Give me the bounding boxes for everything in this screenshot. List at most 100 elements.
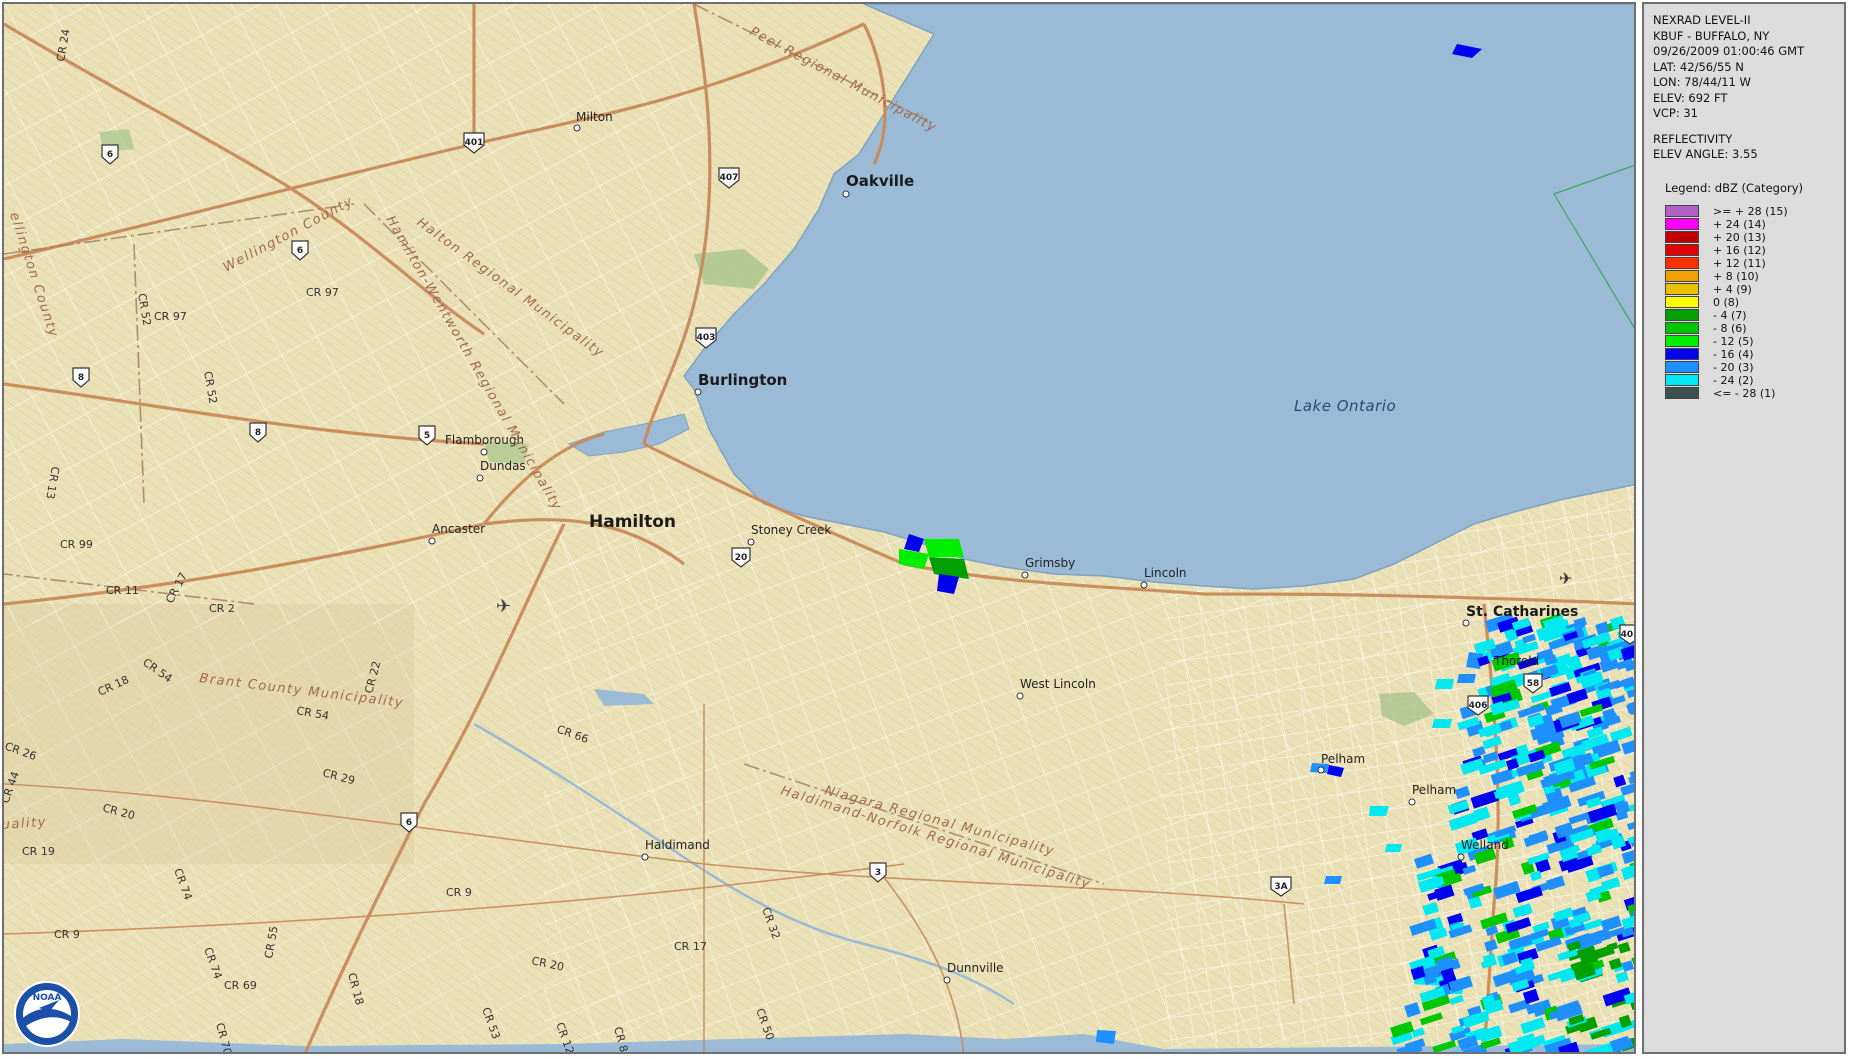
legend-label: - 16 (4) xyxy=(1713,347,1754,361)
city-stoney-creek: Stoney Creek xyxy=(751,523,831,537)
radar-info-panel: NEXRAD LEVEL-II KBUF - BUFFALO, NY 09/26/2… xyxy=(1642,2,1846,1054)
city-thorold: Thorold xyxy=(1493,654,1539,668)
legend-label: <= - 28 (1) xyxy=(1713,386,1776,400)
city-dundas: Dundas xyxy=(480,459,526,473)
legend-item: 0 (8) xyxy=(1665,296,1835,309)
legend-label: + 4 (9) xyxy=(1713,282,1752,296)
svg-text:403: 403 xyxy=(697,333,716,343)
cr-label: CR 99 xyxy=(60,538,93,551)
info-line: NEXRAD LEVEL-II xyxy=(1653,13,1751,27)
legend-item: <= - 28 (1) xyxy=(1665,387,1835,400)
radar-echo-cell xyxy=(1633,745,1634,757)
info-line: KBUF - BUFFALO, NY xyxy=(1653,28,1770,43)
city-oakville: Oakville xyxy=(846,172,914,190)
lake-label: Lake Ontario xyxy=(1294,397,1396,415)
legend-label: - 4 (7) xyxy=(1713,308,1747,322)
radar-echo-cell xyxy=(1635,972,1636,984)
radar-echo-cell xyxy=(1636,620,1637,636)
radar-map[interactable]: ✈ ✈ Lake Ontario Milton Oakville Burling… xyxy=(2,2,1636,1054)
legend-item: + 8 (10) xyxy=(1665,270,1835,283)
noaa-logo: NOAA xyxy=(14,981,80,1047)
legend-label: - 8 (6) xyxy=(1713,321,1747,335)
svg-text:20: 20 xyxy=(735,553,748,563)
legend-label: + 20 (13) xyxy=(1713,230,1766,244)
legend-item: - 24 (2) xyxy=(1665,374,1835,387)
cr-label: CR 9 xyxy=(54,928,80,941)
cr-label: CR 17 xyxy=(674,940,707,953)
legend-swatch xyxy=(1665,257,1699,269)
radar-echo-cell xyxy=(1635,729,1636,748)
map-canvas: ✈ ✈ Lake Ontario Milton Oakville Burling… xyxy=(4,4,1637,1052)
svg-text:5: 5 xyxy=(424,431,430,441)
city-lincoln: Lincoln xyxy=(1144,566,1187,580)
legend-swatch xyxy=(1665,244,1699,256)
cr-label: CR 11 xyxy=(106,584,139,597)
legend-item: + 24 (14) xyxy=(1665,218,1835,231)
legend-title: Legend: dBZ (Category) xyxy=(1665,180,1803,195)
airport-icon: ✈ xyxy=(1559,569,1572,588)
legend-label: + 16 (12) xyxy=(1713,243,1766,257)
legend-label: - 20 (3) xyxy=(1713,360,1754,374)
legend-label: + 12 (11) xyxy=(1713,256,1766,270)
svg-text:NOAA: NOAA xyxy=(33,993,62,1003)
info-line: LON: 78/44/11 W xyxy=(1653,75,1751,89)
city-dunnville: Dunnville xyxy=(947,961,1004,975)
cr-label: CR 9 xyxy=(446,886,472,899)
info-line: ELEV: 692 FT xyxy=(1653,90,1728,105)
legend-label: >= + 28 (15) xyxy=(1713,204,1788,218)
city-hamilton: Hamilton xyxy=(589,512,676,532)
cr-label: CR 69 xyxy=(224,979,257,992)
legend-item: - 16 (4) xyxy=(1665,348,1835,361)
info-line: LAT: 42/56/55 N xyxy=(1653,59,1744,74)
city-pelham-north: Pelham xyxy=(1321,752,1365,766)
legend-item: >= + 28 (15) xyxy=(1665,205,1835,218)
city-grimsby: Grimsby xyxy=(1025,556,1075,570)
city-west-lincoln: West Lincoln xyxy=(1020,677,1096,691)
legend-swatch xyxy=(1665,348,1699,360)
cr-label: CR 19 xyxy=(22,845,55,858)
legend-swatch xyxy=(1665,270,1699,282)
svg-text:8: 8 xyxy=(78,373,84,383)
legend-item: - 4 (7) xyxy=(1665,309,1835,322)
city-burlington: Burlington xyxy=(698,371,787,389)
info-line: REFLECTIVITY xyxy=(1653,131,1733,146)
svg-text:6: 6 xyxy=(107,150,113,160)
airport-icon: ✈ xyxy=(496,596,511,617)
cr-label: CR 97 xyxy=(154,310,187,323)
legend: >= + 28 (15) + 24 (14) + 20 (13) + 16 (12) +… xyxy=(1653,205,1835,400)
legend-label: 0 (8) xyxy=(1713,295,1740,309)
legend-item: + 12 (11) xyxy=(1665,257,1835,270)
legend-swatch xyxy=(1665,361,1699,373)
legend-swatch xyxy=(1665,231,1699,243)
city-ancaster: Ancaster xyxy=(432,522,485,536)
legend-label: + 8 (10) xyxy=(1713,269,1759,283)
svg-text:58: 58 xyxy=(1527,679,1540,689)
legend-swatch xyxy=(1665,218,1699,230)
svg-text:6: 6 xyxy=(406,818,412,828)
legend-item: - 8 (6) xyxy=(1665,322,1835,335)
legend-item: - 12 (5) xyxy=(1665,335,1835,348)
city-pelham: Pelham xyxy=(1412,783,1456,797)
svg-text:6: 6 xyxy=(297,246,303,256)
legend-swatch xyxy=(1665,205,1699,217)
svg-text:407: 407 xyxy=(720,173,739,183)
legend-item: + 16 (12) xyxy=(1665,244,1835,257)
legend-swatch xyxy=(1665,296,1699,308)
info-line: ELEV ANGLE: 3.55 xyxy=(1653,147,1758,161)
legend-swatch xyxy=(1665,309,1699,321)
legend-item: + 20 (13) xyxy=(1665,231,1835,244)
legend-item: - 20 (3) xyxy=(1665,361,1835,374)
svg-text:3A: 3A xyxy=(1274,882,1287,892)
legend-label: - 12 (5) xyxy=(1713,334,1754,348)
radar-site-info: NEXRAD LEVEL-II KBUF - BUFFALO, NY 09/26/2… xyxy=(1653,13,1835,122)
info-line: 09/26/2009 01:00:46 GMT xyxy=(1653,44,1805,58)
radar-product-info: REFLECTIVITY ELEV ANGLE: 3.55 xyxy=(1653,132,1835,163)
svg-text:8: 8 xyxy=(255,428,261,438)
city-haldimand: Haldimand xyxy=(645,838,710,852)
legend-label: + 24 (14) xyxy=(1713,217,1766,231)
city-welland: Welland xyxy=(1461,838,1509,852)
region-left-edge: uality xyxy=(4,815,47,833)
radar-echo-cell xyxy=(1635,730,1636,747)
svg-text:3: 3 xyxy=(875,868,881,878)
city-milton: Milton xyxy=(576,110,613,124)
